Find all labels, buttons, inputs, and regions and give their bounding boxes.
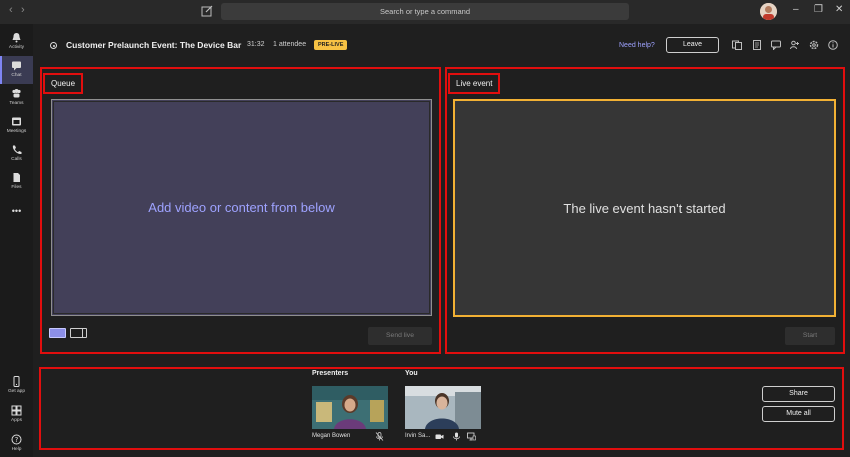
calendar-icon <box>12 117 21 126</box>
camera-icon[interactable] <box>435 432 444 441</box>
rail-item-activity[interactable]: Activity <box>0 28 33 56</box>
restore-icon[interactable]: ❐ <box>814 4 823 15</box>
event-timer: 31:32 <box>247 41 265 48</box>
mic-off-icon[interactable] <box>375 432 384 441</box>
leave-button[interactable]: Leave <box>666 37 719 53</box>
live-event-title: Live event <box>448 73 501 94</box>
file-icon <box>13 173 20 182</box>
rail-item-get-app[interactable]: Get app <box>0 372 33 400</box>
mic-icon[interactable] <box>452 432 461 441</box>
phone-device-icon <box>13 376 20 387</box>
rail-item-calls[interactable]: Calls <box>0 140 33 168</box>
teams-icon <box>12 89 21 98</box>
settings-icon[interactable] <box>809 40 819 50</box>
minimize-icon[interactable]: – <box>793 4 799 15</box>
queue-title: Queue <box>43 73 84 94</box>
rail-label: Chat <box>11 73 22 78</box>
status-badge: PRE-LIVE <box>314 40 348 50</box>
need-help-link[interactable]: Need help? <box>619 42 655 49</box>
attendee-count: 1 attendee <box>273 41 307 48</box>
chat-icon[interactable] <box>771 40 781 50</box>
phone-icon <box>12 145 22 155</box>
queue-placeholder-text: Add video or content from below <box>148 200 335 215</box>
meeting-notes-icon[interactable] <box>732 40 742 50</box>
presenter-video-image <box>312 386 388 429</box>
presenter-name: Megan Bowen <box>312 433 351 439</box>
info-icon[interactable] <box>828 40 838 50</box>
rail-label: Teams <box>9 101 24 106</box>
rail-label: Meetings <box>6 129 27 134</box>
svg-text:?: ? <box>15 436 19 444</box>
rail-item-apps[interactable]: Apps <box>0 401 33 429</box>
event-title: Customer Prelaunch Event: The Device Bar <box>66 40 242 50</box>
live-indicator-icon <box>50 42 57 49</box>
start-button[interactable]: Start <box>785 327 835 345</box>
presenter-video-irvin[interactable] <box>405 386 481 429</box>
forward-arrow-icon[interactable]: › <box>21 4 25 16</box>
notes-icon[interactable] <box>752 40 762 50</box>
app-rail: Activity Chat Teams Meetings Calls Files… <box>0 24 33 457</box>
presenter-name: Irvin Sa... <box>405 433 431 439</box>
rail-label: Get app <box>7 389 26 394</box>
live-event-status-text: The live event hasn't started <box>563 200 726 216</box>
rail-label: Calls <box>11 157 22 162</box>
queue-content-area[interactable]: Add video or content from below <box>51 99 432 316</box>
live-event-preview: The live event hasn't started <box>453 99 836 317</box>
rail-label: Activity <box>8 45 25 50</box>
rail-item-teams[interactable]: Teams <box>0 84 33 112</box>
presenter-video-megan[interactable] <box>312 386 388 429</box>
presenter-video-image <box>405 386 481 429</box>
presenters-label: Presenters <box>312 370 349 377</box>
share-screen-icon[interactable] <box>467 432 476 441</box>
single-layout-button[interactable] <box>49 328 66 338</box>
avatar[interactable] <box>760 3 777 20</box>
rail-item-files[interactable]: Files <box>0 168 33 196</box>
more-apps-button[interactable]: ••• <box>0 204 33 232</box>
mute-all-button[interactable]: Mute all <box>762 406 835 422</box>
rail-item-chat[interactable]: Chat <box>0 56 33 84</box>
rail-label: Apps <box>11 418 22 423</box>
close-icon[interactable]: ✕ <box>835 4 843 15</box>
ellipsis-icon: ••• <box>11 206 22 216</box>
participants-icon[interactable] <box>790 40 800 50</box>
bell-icon <box>12 33 21 43</box>
rail-item-meetings[interactable]: Meetings <box>0 112 33 140</box>
search-input[interactable]: Search or type a command <box>221 3 629 20</box>
you-label: You <box>405 370 418 377</box>
rail-item-help[interactable]: ? Help <box>0 430 33 457</box>
share-button[interactable]: Share <box>762 386 835 402</box>
back-arrow-icon[interactable]: ‹ <box>9 4 13 16</box>
rail-label: Help <box>11 447 22 452</box>
title-bar: ‹ › Search or type a command – ❐ ✕ <box>0 0 850 24</box>
help-icon: ? <box>11 434 22 445</box>
rail-label: Files <box>11 185 22 190</box>
send-live-button[interactable]: Send live <box>368 327 432 345</box>
split-layout-button[interactable] <box>70 328 87 338</box>
apps-icon <box>11 405 22 416</box>
new-chat-icon[interactable] <box>200 4 214 18</box>
chat-icon <box>12 61 21 71</box>
